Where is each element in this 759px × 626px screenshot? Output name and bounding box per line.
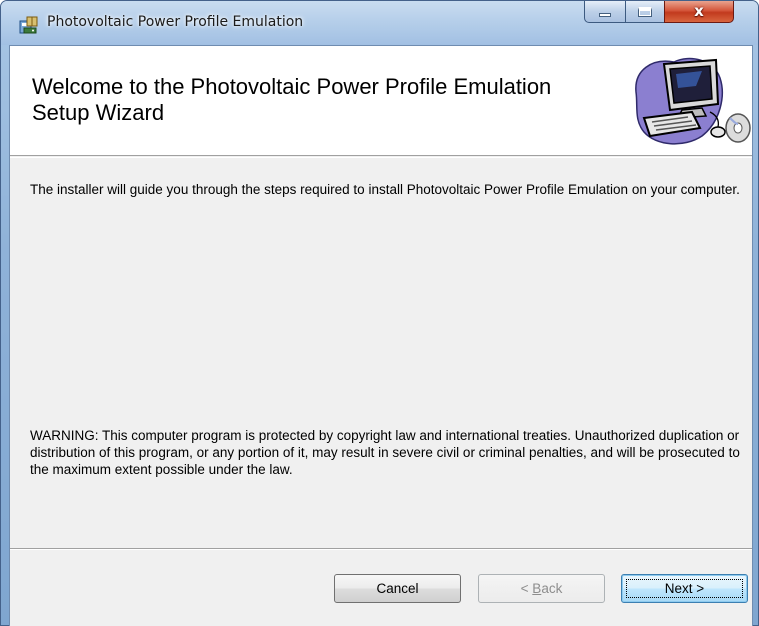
computer-setup-icon: [635, 57, 751, 145]
title-bar[interactable]: Photovoltaic Power Profile Emulation x: [1, 1, 758, 45]
maximize-button[interactable]: [625, 1, 665, 23]
minimize-icon: [599, 13, 611, 17]
back-button-accelerator: B: [532, 581, 542, 596]
window-title: Photovoltaic Power Profile Emulation: [47, 14, 304, 30]
intro-text: The installer will guide you through the…: [30, 182, 740, 197]
back-button-label-rest: ack: [541, 581, 563, 596]
wizard-title: Welcome to the Photovoltaic Power Profil…: [32, 74, 552, 125]
cancel-button[interactable]: Cancel: [334, 574, 461, 603]
installer-icon: [19, 16, 38, 34]
caption-buttons: x: [584, 1, 749, 23]
wizard-client-area: Welcome to the Photovoltaic Power Profil…: [9, 45, 753, 626]
installer-window: Photovoltaic Power Profile Emulation x W…: [0, 0, 759, 626]
back-button-label: < Back: [521, 581, 563, 596]
banner-separator: [10, 157, 752, 158]
back-button-label-prefix: <: [520, 581, 533, 596]
wizard-banner: Welcome to the Photovoltaic Power Profil…: [10, 46, 752, 156]
next-button[interactable]: Next >: [621, 574, 748, 603]
close-icon: x: [694, 2, 704, 20]
minimize-button[interactable]: [584, 1, 626, 23]
maximize-icon: [638, 6, 652, 17]
close-button[interactable]: x: [664, 1, 734, 23]
focus-rectangle: [626, 579, 743, 598]
button-area-separator-highlight: [10, 549, 752, 550]
cancel-button-label: Cancel: [376, 581, 419, 596]
back-button[interactable]: < Back: [478, 574, 605, 603]
copyright-warning: WARNING: This computer program is protec…: [30, 428, 740, 477]
